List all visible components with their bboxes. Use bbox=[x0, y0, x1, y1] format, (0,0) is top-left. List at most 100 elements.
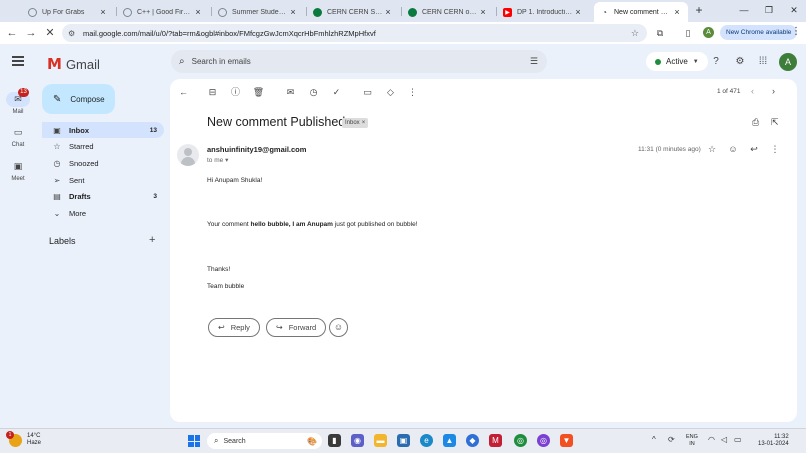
system-clock[interactable]: 11:32 13-01-2024 bbox=[758, 434, 789, 448]
label-icon[interactable]: ◇ bbox=[384, 86, 397, 99]
star-icon[interactable]: ☆ bbox=[706, 144, 718, 155]
print-icon[interactable]: ⎙ bbox=[752, 117, 759, 128]
nav-item-starred[interactable]: ☆ Starred bbox=[42, 138, 164, 154]
main-menu-icon[interactable] bbox=[12, 56, 24, 66]
remove-label-icon[interactable]: × bbox=[362, 120, 366, 126]
help-icon[interactable]: ? bbox=[709, 55, 723, 69]
close-tab-icon[interactable]: × bbox=[573, 7, 583, 17]
apps-grid-icon[interactable]: ⁞⁞⁞ bbox=[756, 55, 770, 69]
browser-tab[interactable]: C++ | Good First Issues × bbox=[117, 2, 209, 22]
nav-item-inbox[interactable]: ▣ Inbox 13 bbox=[42, 122, 164, 138]
recipient-details[interactable]: to me ▾ bbox=[207, 156, 228, 164]
app-icon[interactable]: ◆ bbox=[466, 434, 479, 447]
photos-icon[interactable]: ▲ bbox=[443, 434, 456, 447]
mcafee-icon[interactable]: M bbox=[489, 434, 502, 447]
status-label: Active bbox=[666, 57, 688, 66]
close-tab-icon[interactable]: × bbox=[383, 7, 393, 17]
site-info-icon[interactable]: ⚙ bbox=[68, 29, 78, 38]
store-icon[interactable]: ▣ bbox=[397, 434, 410, 447]
snooze-icon[interactable]: ◷ bbox=[307, 86, 320, 99]
task-view-icon[interactable]: ▮ bbox=[328, 434, 341, 447]
chrome-profile-icon[interactable]: ◎ bbox=[537, 434, 550, 447]
sync-icon[interactable]: ⟳ bbox=[668, 435, 675, 444]
close-window-icon[interactable]: ✕ bbox=[784, 3, 804, 17]
gmail-logo[interactable]: M Gmail bbox=[47, 55, 100, 73]
chevron-down-icon[interactable]: ▾ bbox=[225, 157, 228, 164]
restore-icon[interactable]: ❐ bbox=[759, 3, 779, 17]
gear-icon[interactable]: ⚙ bbox=[733, 55, 747, 69]
search-options-icon[interactable]: ☰ bbox=[530, 56, 538, 67]
search-input[interactable]: Search in emails bbox=[192, 57, 251, 66]
back-icon[interactable]: ← bbox=[5, 26, 19, 40]
move-to-icon[interactable]: ▭ bbox=[361, 86, 374, 99]
windows-start-icon[interactable] bbox=[188, 435, 200, 447]
browser-tab[interactable]: CERN CERN Summer Student × bbox=[307, 2, 399, 22]
add-task-icon[interactable]: ✓ bbox=[330, 86, 343, 99]
search-icon[interactable]: ⌕ bbox=[179, 56, 185, 67]
delete-icon[interactable]: 🗑 bbox=[252, 86, 265, 99]
mark-unread-icon[interactable]: ✉ bbox=[284, 86, 297, 99]
browser-menu-icon[interactable]: ⋮ bbox=[791, 26, 801, 37]
stop-loading-icon[interactable]: ✕ bbox=[43, 26, 57, 40]
forward-button[interactable]: ↪ Forward bbox=[266, 318, 327, 337]
browser-tab-active[interactable]: ◔ New comment Published × bbox=[594, 2, 688, 22]
forward-icon[interactable]: → bbox=[24, 26, 38, 40]
more-options-icon[interactable]: ⋮ bbox=[769, 144, 781, 155]
teams-chat-icon[interactable]: ◉ bbox=[351, 434, 364, 447]
file-explorer-icon[interactable]: ▬ bbox=[374, 434, 387, 447]
minimize-icon[interactable]: — bbox=[734, 3, 754, 17]
reply-icon[interactable]: ↩ bbox=[748, 144, 760, 155]
send-icon: ➢ bbox=[53, 175, 61, 185]
chrome-icon[interactable]: ◎ bbox=[514, 434, 527, 447]
more-actions-icon[interactable]: ⋮ bbox=[406, 86, 419, 99]
weather-widget[interactable]: 1 14°C Haze bbox=[6, 430, 41, 447]
rail-meet[interactable]: ▣ Meet bbox=[2, 159, 34, 182]
show-hidden-icons-icon[interactable]: ^ bbox=[652, 435, 656, 444]
open-new-window-icon[interactable]: ⇱ bbox=[771, 117, 779, 128]
inbox-label-chip[interactable]: Inbox × bbox=[342, 118, 369, 128]
older-icon[interactable]: › bbox=[772, 86, 775, 96]
edge-icon[interactable]: e bbox=[420, 434, 433, 447]
rail-chat[interactable]: ▭ Chat bbox=[2, 125, 34, 148]
address-bar[interactable]: ⚙ mail.google.com/mail/u/0/?tab=rm&ogbl#… bbox=[62, 24, 647, 42]
taskbar-search[interactable]: ⌕ Search 🎨 bbox=[207, 433, 322, 449]
nav-item-sent[interactable]: ➢ Sent bbox=[42, 172, 164, 188]
extensions-icon[interactable]: ⧉ bbox=[654, 27, 666, 39]
browser-tab[interactable]: CERN CERN openlab × bbox=[402, 2, 494, 22]
sidepanel-icon[interactable]: ▯ bbox=[682, 27, 694, 39]
volume-icon[interactable]: ◁ bbox=[721, 435, 727, 444]
close-tab-icon[interactable]: × bbox=[672, 7, 682, 17]
nav-item-snoozed[interactable]: ◷ Snoozed bbox=[42, 155, 164, 171]
browser-tab[interactable]: ▶ DP 1. Introduction to DP × bbox=[497, 2, 589, 22]
close-tab-icon[interactable]: × bbox=[193, 7, 203, 17]
browser-profile-avatar[interactable]: A bbox=[703, 27, 714, 38]
compose-button[interactable]: ✎ Compose bbox=[42, 84, 115, 114]
archive-icon[interactable]: ⊟ bbox=[206, 86, 219, 99]
close-tab-icon[interactable]: × bbox=[98, 7, 108, 17]
add-label-icon[interactable]: + bbox=[149, 234, 155, 246]
nav-item-drafts[interactable]: ▤ Drafts 3 bbox=[42, 188, 164, 204]
newer-icon[interactable]: ‹ bbox=[751, 86, 754, 96]
browser-tab[interactable]: Up For Grabs × bbox=[22, 2, 114, 22]
brave-icon[interactable]: ▼ bbox=[560, 434, 573, 447]
status-selector[interactable]: Active ▼ bbox=[646, 52, 708, 71]
close-tab-icon[interactable]: × bbox=[478, 7, 488, 17]
new-tab-icon[interactable]: + bbox=[693, 3, 705, 17]
report-spam-icon[interactable]: ⓘ bbox=[229, 86, 242, 99]
close-tab-icon[interactable]: × bbox=[288, 7, 298, 17]
account-avatar[interactable]: A bbox=[779, 53, 797, 71]
nav-item-more[interactable]: ⌄ More bbox=[42, 205, 164, 221]
reply-button[interactable]: ↩ Reply bbox=[208, 318, 260, 337]
battery-icon[interactable]: ▭ bbox=[734, 435, 742, 444]
bookmark-star-icon[interactable]: ☆ bbox=[631, 28, 639, 39]
emoji-reaction-button[interactable]: ☺ bbox=[329, 318, 348, 337]
search-bar[interactable]: ⌕ Search in emails ☰ bbox=[171, 50, 547, 73]
chrome-update-button[interactable]: New Chrome available bbox=[720, 25, 798, 40]
back-to-inbox-icon[interactable]: ← bbox=[177, 86, 190, 99]
browser-tab[interactable]: Summer Student Opportunity × bbox=[212, 2, 304, 22]
language-indicator[interactable]: ENG IN bbox=[686, 434, 698, 448]
rail-mail[interactable]: ✉ Mail bbox=[2, 92, 34, 115]
wifi-icon[interactable]: ◠ bbox=[708, 435, 715, 444]
browser-toolbar: ← → ✕ ⚙ mail.google.com/mail/u/0/?tab=rm… bbox=[0, 22, 806, 44]
emoji-react-icon[interactable]: ☺ bbox=[727, 144, 739, 154]
